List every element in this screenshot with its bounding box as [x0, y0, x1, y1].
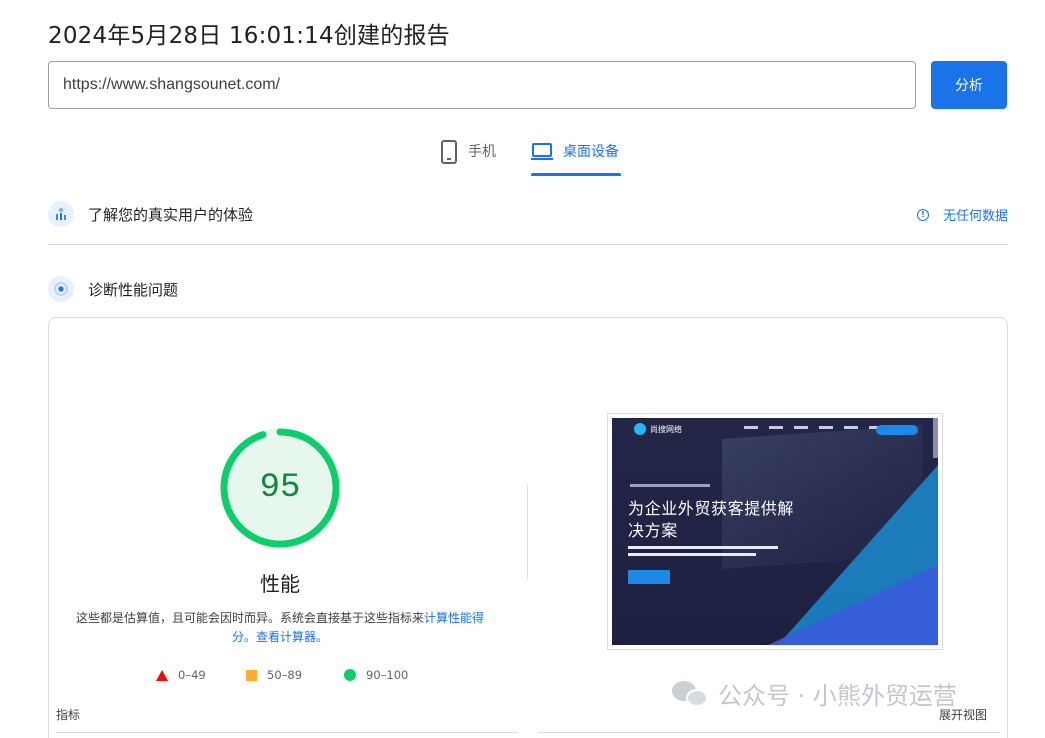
- accent-shape: [768, 565, 938, 645]
- legend-fail: 0–49: [156, 668, 206, 682]
- diagnostics-icon: [48, 276, 74, 302]
- disclaimer-text: 这些都是估算值，且可能会因时而异。系统会直接基于这些指标来: [75, 611, 424, 625]
- average-square-icon: [246, 669, 257, 681]
- site-hero-button: [628, 570, 670, 584]
- laptop-icon: [531, 143, 553, 160]
- legend-pass: 90–100: [344, 668, 408, 682]
- metrics-label: 指标: [56, 708, 81, 722]
- site-headline: 为企业外贸获客提供解决方案: [628, 499, 795, 540]
- tab-mobile-label: 手机: [468, 144, 496, 160]
- site-logo: 尚搜网络: [634, 423, 682, 435]
- no-data-label: 无任何数据: [942, 209, 1008, 224]
- site-subtext: [628, 546, 778, 549]
- legend-pass-range: 90–100: [366, 668, 409, 682]
- report-title: 2024年5月28日 16:01:14创建的报告: [48, 23, 450, 49]
- field-data-label: 了解您的真实用户的体验: [88, 205, 254, 224]
- users-chart-icon: [48, 201, 74, 227]
- diagnostics-section: 诊断性能问题: [48, 274, 1008, 304]
- site-subtext: [628, 553, 756, 556]
- url-input[interactable]: [48, 61, 916, 109]
- disclaimer: 这些都是估算值，且可能会因时而异。系统会直接基于这些指标来计算性能得分。查看计算…: [72, 609, 488, 647]
- site-cta-button: [876, 425, 918, 435]
- legend-fail-range: 0–49: [178, 668, 206, 682]
- calculator-link[interactable]: 查看计算器。: [256, 630, 328, 644]
- legend-average-range: 50–89: [267, 668, 303, 682]
- diagnostics-label: 诊断性能问题: [88, 280, 179, 299]
- performance-score: 95: [259, 469, 301, 507]
- card-vertical-divider: [527, 485, 528, 579]
- screenshot-canvas: 尚搜网络 为企业外贸获客提供解决方案: [612, 418, 938, 645]
- section-divider: [48, 244, 1008, 245]
- expand-view-toggle[interactable]: 展开视图: [939, 706, 987, 723]
- field-data-section: 了解您的真实用户的体验 ! 无任何数据: [48, 199, 1008, 229]
- metrics-divider: [538, 732, 1000, 733]
- info-icon: !: [916, 208, 929, 221]
- site-nav-links: [744, 426, 883, 429]
- no-data-link[interactable]: ! 无任何数据: [916, 205, 1008, 224]
- site-logo-icon: [634, 423, 646, 435]
- analyze-button[interactable]: 分析: [931, 61, 1007, 109]
- site-scrollbar: [933, 418, 938, 458]
- legend-average: 50–89: [246, 668, 302, 682]
- smartphone-icon: [441, 140, 457, 164]
- performance-label: 性能: [260, 572, 300, 596]
- tab-mobile[interactable]: 手机: [440, 134, 496, 176]
- page-screenshot: 尚搜网络 为企业外贸获客提供解决方案: [607, 413, 943, 650]
- pass-circle-icon: [344, 669, 356, 681]
- fail-triangle-icon: [156, 669, 168, 681]
- tab-desktop-label: 桌面设备: [563, 144, 619, 160]
- device-tabs: 手机 桌面设备: [0, 134, 1045, 176]
- metrics-divider: [56, 732, 518, 733]
- tab-desktop[interactable]: 桌面设备: [531, 134, 621, 176]
- site-kicker: [630, 484, 710, 487]
- site-nav: 尚搜网络: [612, 418, 938, 440]
- site-name: 尚搜网络: [650, 424, 682, 434]
